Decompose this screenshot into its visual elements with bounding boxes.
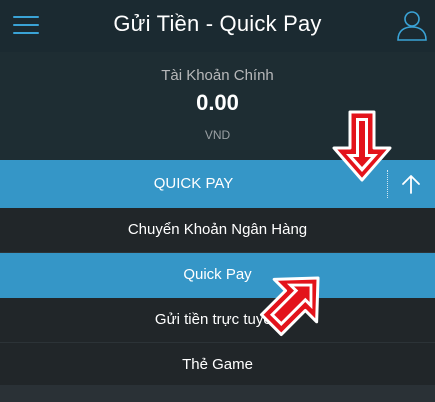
menu-item-game-card[interactable]: Thẻ Game: [0, 343, 435, 388]
dropdown-selected-label: QUICK PAY: [153, 175, 234, 192]
bottom-strip: [0, 385, 435, 402]
menu-item-quick-pay[interactable]: Quick Pay: [0, 253, 435, 298]
payment-method-dropdown[interactable]: QUICK PAY: [0, 160, 435, 208]
arrow-up-icon[interactable]: [388, 160, 435, 208]
account-amount: 0.00: [196, 90, 239, 115]
account-label: Tài Khoản Chính: [161, 67, 274, 84]
user-profile-icon[interactable]: [395, 8, 429, 42]
payment-method-list: Chuyển Khoản Ngân Hàng Quick Pay Gửi tiề…: [0, 208, 435, 388]
page-title: Gửi Tiền - Quick Pay: [113, 11, 322, 36]
account-currency: VND: [204, 128, 231, 142]
menu-item-bank-transfer[interactable]: Chuyển Khoản Ngân Hàng: [0, 208, 435, 253]
hamburger-menu-icon[interactable]: [10, 9, 42, 41]
account-balance-panel: Tài Khoản Chính 0.00 VND: [0, 52, 435, 160]
screen: { "header": { "title": "Gửi Tiền - Quick…: [0, 0, 435, 402]
menu-item-online-deposit[interactable]: Gửi tiền trực tuyến: [0, 298, 435, 343]
app-header: Gửi Tiền - Quick Pay: [0, 0, 435, 52]
